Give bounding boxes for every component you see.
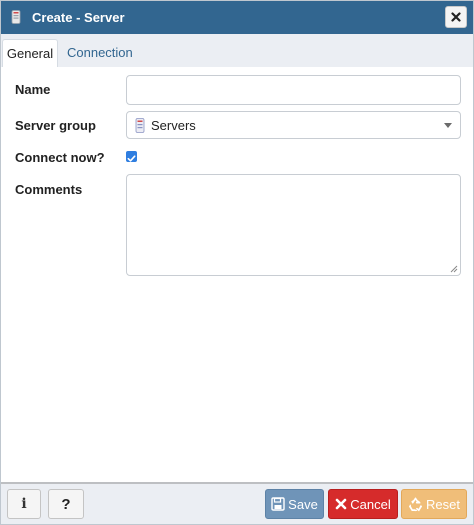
resize-grip-icon[interactable] — [450, 265, 458, 273]
close-button[interactable] — [445, 6, 467, 28]
tab-general[interactable]: General — [2, 39, 58, 67]
server-group-label: Server group — [15, 118, 96, 133]
server-icon — [11, 10, 21, 24]
cancel-icon — [335, 498, 347, 510]
server-group-icon — [135, 118, 145, 133]
save-label: Save — [288, 496, 318, 512]
cancel-label: Cancel — [350, 496, 391, 512]
reset-button[interactable]: Reset — [401, 489, 467, 519]
comments-label: Comments — [15, 182, 83, 197]
name-label: Name — [15, 82, 51, 97]
name-input[interactable] — [126, 75, 461, 105]
help-icon: ? — [61, 495, 71, 513]
create-server-dialog: Create - Server General Connection Name … — [0, 0, 474, 525]
server-group-select[interactable]: Servers — [126, 111, 461, 139]
close-icon — [451, 12, 461, 22]
dialog-title: Create - Server — [32, 10, 125, 25]
checkmark-icon — [127, 155, 136, 162]
comments-textarea[interactable] — [126, 174, 461, 276]
cancel-button[interactable]: Cancel — [328, 489, 398, 519]
dialog-footer: i ? Save Cancel Reset — [1, 482, 473, 524]
info-icon: i — [21, 496, 27, 512]
tab-strip: General Connection — [1, 34, 473, 67]
save-button[interactable]: Save — [265, 489, 324, 519]
connect-now-checkbox[interactable] — [126, 151, 137, 162]
reset-label: Reset — [426, 496, 460, 512]
connect-now-label: Connect now? — [15, 150, 105, 165]
help-button[interactable]: ? — [48, 489, 84, 519]
save-icon — [271, 497, 285, 511]
server-group-value: Servers — [151, 118, 196, 133]
title-bar[interactable]: Create - Server — [1, 1, 473, 34]
chevron-down-icon — [444, 123, 452, 128]
tab-connection[interactable]: Connection — [60, 39, 140, 67]
recycle-icon — [409, 497, 422, 511]
info-button[interactable]: i — [7, 489, 41, 519]
